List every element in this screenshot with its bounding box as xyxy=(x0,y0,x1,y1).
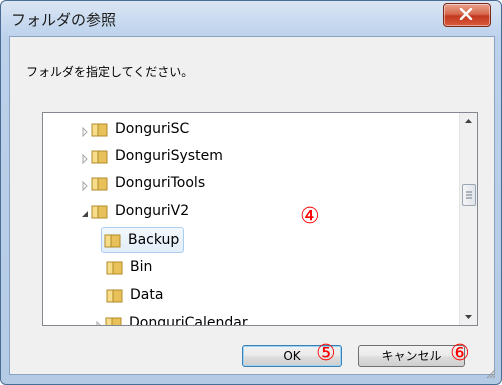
tree-item-label: Backup xyxy=(128,232,180,248)
folder-icon xyxy=(91,121,109,137)
scrollbar-thumb[interactable] xyxy=(462,184,476,206)
vertical-scrollbar[interactable] xyxy=(459,113,477,325)
folder-icon xyxy=(106,259,124,275)
scroll-down-icon xyxy=(465,315,472,319)
instruction-text: フォルダを指定してください。 xyxy=(26,65,194,79)
scroll-up-icon xyxy=(465,119,472,123)
tree-item-label: DonguriCalendar xyxy=(129,315,248,326)
tree-item-selected[interactable]: Backup xyxy=(101,227,185,253)
expand-arrow-icon[interactable] xyxy=(93,317,105,325)
close-button[interactable] xyxy=(443,3,491,27)
expand-arrow-icon[interactable] xyxy=(79,123,91,138)
tree-item[interactable]: DonguriSC xyxy=(79,117,189,141)
folder-icon xyxy=(91,175,109,191)
folder-tree[interactable]: DonguriSC DonguriSystem DonguriTools Don… xyxy=(42,112,478,326)
open-folder-icon xyxy=(91,203,109,219)
title-bar[interactable]: フォルダの参照 xyxy=(1,1,501,35)
annotation-marker-6: ⑥ xyxy=(450,341,470,366)
tree-item[interactable]: DonguriSystem xyxy=(79,144,223,168)
tree-item[interactable]: DonguriV2 xyxy=(79,199,189,223)
expand-arrow-icon[interactable] xyxy=(79,177,91,192)
tree-item-label: DonguriSystem xyxy=(115,148,223,164)
resize-grip-icon[interactable] xyxy=(486,369,496,379)
tree-item-label: Data xyxy=(130,287,164,303)
grip-lines-icon xyxy=(466,191,472,199)
tree-item[interactable]: DonguriCalendar xyxy=(93,311,248,326)
tree-item-label: DonguriTools xyxy=(115,175,206,191)
annotation-marker-4: ④ xyxy=(300,204,320,229)
scroll-up-button[interactable] xyxy=(460,113,477,130)
collapse-arrow-icon[interactable] xyxy=(79,205,91,217)
folder-icon xyxy=(104,232,122,248)
tree-item-label: Bin xyxy=(130,259,153,275)
expand-arrow-icon[interactable] xyxy=(79,150,91,165)
cancel-button-label: キャンセル xyxy=(381,349,442,363)
tree-item-label: DonguriV2 xyxy=(115,203,190,219)
folder-icon xyxy=(105,315,123,325)
annotation-marker-5: ⑤ xyxy=(316,341,336,366)
ok-button-label: OK xyxy=(283,349,301,363)
scroll-down-button[interactable] xyxy=(460,308,477,325)
cancel-button[interactable]: キャンセル xyxy=(358,345,465,367)
folder-icon xyxy=(91,148,109,164)
tree-item[interactable]: DonguriTools xyxy=(79,171,205,195)
folder-icon xyxy=(106,287,124,303)
tree-item[interactable]: Data xyxy=(106,283,163,307)
close-icon xyxy=(459,8,473,20)
tree-item-label: DonguriSC xyxy=(115,121,190,137)
dialog-title: フォルダの参照 xyxy=(11,11,117,29)
tree-item[interactable]: Bin xyxy=(106,255,152,279)
